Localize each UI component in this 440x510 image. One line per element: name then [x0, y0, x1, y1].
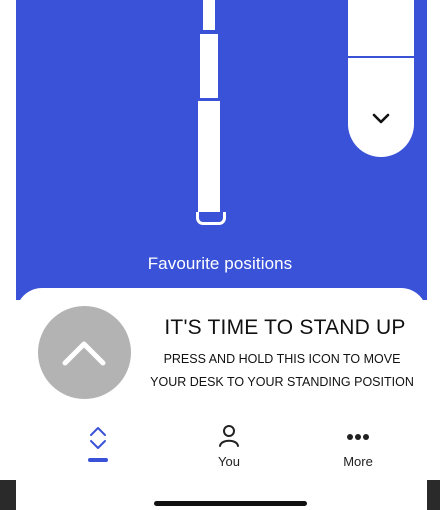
active-tab-indicator [88, 458, 108, 462]
tab-desk-control[interactable] [58, 420, 138, 478]
stand-up-instruction: PRESS AND HOLD THIS ICON TO MOVE YOUR DE… [136, 348, 428, 394]
device-corner-left [0, 480, 16, 510]
device-corner-right [427, 480, 440, 510]
instruction-line-1: PRESS AND HOLD THIS ICON TO MOVE [163, 352, 401, 366]
chevron-up-icon [62, 341, 106, 366]
tab-more-label: More [343, 454, 373, 469]
more-dots-icon [347, 434, 369, 440]
pill-divider [348, 56, 414, 58]
tab-more[interactable]: More [318, 420, 398, 478]
desk-leg-middle-segment [200, 34, 218, 98]
desk-leg-foot [196, 212, 226, 225]
tab-bar: You More [16, 420, 427, 480]
chevron-down-icon [372, 113, 390, 124]
stand-up-button[interactable] [38, 306, 131, 399]
desk-leg-top-segment [203, 0, 215, 30]
up-down-arrows-icon [90, 427, 106, 449]
tab-you[interactable]: You [189, 420, 269, 478]
stand-up-headline: IT'S TIME TO STAND UP [164, 316, 406, 339]
app-screen: Favourite positions IT'S TIME TO STAND U… [0, 0, 440, 510]
desk-leg-graphic [188, 0, 232, 240]
favourite-positions-label[interactable]: Favourite positions [0, 254, 440, 274]
home-indicator[interactable] [154, 501, 307, 506]
instruction-line-2: YOUR DESK TO YOUR STANDING POSITION [150, 375, 414, 389]
height-dropdown-toggle[interactable] [348, 0, 414, 157]
person-icon [219, 425, 239, 447]
tab-you-label: You [218, 454, 240, 469]
desk-leg-lower-segment [198, 101, 220, 212]
